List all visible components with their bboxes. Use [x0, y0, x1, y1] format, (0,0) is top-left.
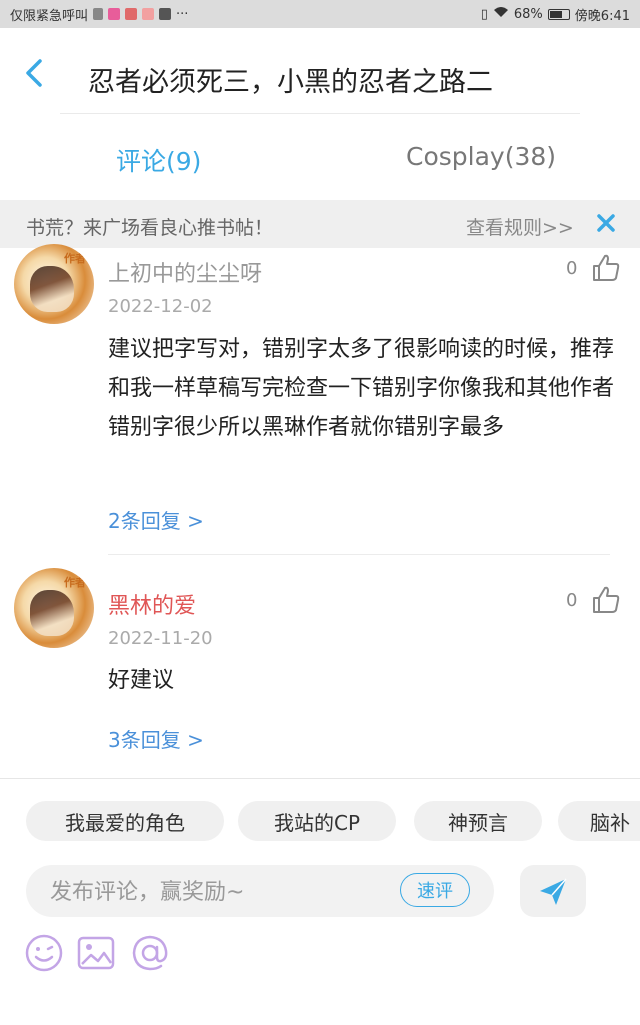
like-count: 0: [566, 258, 578, 279]
tab-comments[interactable]: 评论(9): [116, 142, 201, 178]
comment-divider: [108, 554, 610, 555]
bilibili-icon: [108, 8, 121, 20]
avatar[interactable]: 作者: [14, 244, 94, 324]
quick-chip[interactable]: 我最爱的角色: [26, 801, 224, 841]
app-icon: [125, 8, 138, 20]
thumbs-up-icon[interactable]: [590, 252, 622, 284]
emoji-icon[interactable]: [24, 933, 64, 973]
status-bar: 仅限紧急呼叫 ··· ▯ 68% 傍晚6:41: [0, 0, 640, 28]
promo-banner: 书荒？来广场看良心推书帖！ 查看规则>>: [0, 200, 640, 248]
banner-text: 书荒？来广场看良心推书帖！: [26, 217, 274, 239]
image-icon[interactable]: [76, 933, 116, 973]
quick-chip[interactable]: 我站的CP: [238, 801, 396, 841]
comment-input-box: 速评: [26, 865, 494, 917]
header: 忍者必须死三，小黑的忍者之路二: [0, 28, 640, 114]
author-badge: 作者: [64, 252, 86, 265]
more-notifications: ···: [176, 6, 189, 22]
tab-cosplay[interactable]: Cosplay(38): [406, 142, 556, 171]
battery-percent: 68%: [513, 6, 543, 22]
author-badge: 作者: [64, 576, 86, 589]
view-rules-link[interactable]: 查看规则>>: [466, 213, 574, 240]
comment-text: 好建议: [108, 668, 175, 693]
replies-link[interactable]: 2条回复 >: [108, 505, 204, 534]
back-arrow-icon[interactable]: [20, 58, 50, 88]
comment-date: 2022-11-20: [108, 628, 213, 649]
like-count: 0: [566, 590, 578, 611]
notification-icon: [93, 8, 104, 20]
calendar-icon: [142, 8, 155, 20]
quick-chip[interactable]: 脑补: [558, 801, 640, 841]
tab-bar: 评论(9) Cosplay(38): [0, 114, 640, 200]
battery-icon: [547, 8, 570, 20]
comment-username[interactable]: 上初中的尘尘呀: [108, 256, 262, 288]
composer-panel: 我最爱的角色 我站的CP 神预言 脑补 速评: [0, 778, 640, 1025]
comment-date: 2022-12-02: [108, 296, 213, 317]
wifi-icon: [493, 6, 509, 22]
quick-chip[interactable]: 神预言: [414, 801, 542, 841]
comment-username[interactable]: 黑林的爱: [108, 588, 196, 620]
status-left-text: 仅限紧急呼叫: [10, 8, 89, 24]
avatar[interactable]: 作者: [14, 568, 94, 648]
page-title: 忍者必须死三，小黑的忍者之路二: [88, 67, 493, 98]
close-icon[interactable]: [594, 211, 618, 235]
thumbs-up-icon[interactable]: [590, 584, 622, 616]
vibrate-icon: ▯: [480, 6, 488, 22]
chat-icon: [159, 8, 172, 20]
quick-review-button[interactable]: 速评: [400, 873, 470, 907]
comment-input[interactable]: [48, 873, 392, 911]
replies-link[interactable]: 3条回复 >: [108, 724, 204, 753]
send-button[interactable]: [520, 865, 586, 917]
comment-text: 建议把字写对，错别字太多了很影响读的时候，推荐和我一样草稿写完检查一下错别字你像…: [108, 337, 615, 440]
clock: 傍晚6:41: [574, 8, 630, 24]
mention-icon[interactable]: [130, 933, 170, 973]
send-icon: [540, 878, 567, 905]
